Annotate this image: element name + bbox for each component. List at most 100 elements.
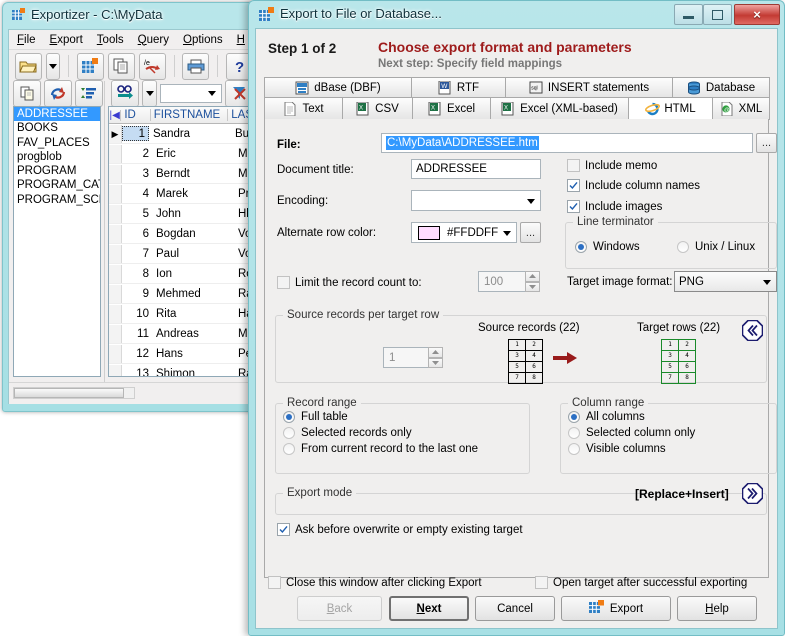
menu-item-options[interactable]: Options (183, 34, 223, 46)
maximize-button[interactable] (703, 4, 732, 25)
table-row[interactable]: 5JohnHla (109, 204, 253, 224)
table-row[interactable]: 2EricMile (109, 144, 253, 164)
source-per-row-stepper[interactable]: 1 (383, 347, 443, 368)
execute-script-icon[interactable]: /e (139, 53, 166, 80)
sort-list-icon[interactable] (75, 80, 103, 107)
data-grid-toolbar[interactable] (105, 81, 253, 105)
minimize-button[interactable] (674, 4, 703, 25)
list-item[interactable]: PROGRAM_SCR_SHOT (14, 193, 100, 207)
table-row[interactable]: 12HansPet (109, 344, 253, 364)
menu-item-tools[interactable]: Tools (97, 34, 124, 46)
alt-row-color-select[interactable]: #FFDDFF (411, 222, 517, 243)
table-row[interactable]: 10RitaHag (109, 304, 253, 324)
table-row[interactable]: 11AndreasMul (109, 324, 253, 344)
column-range-visible-radio[interactable]: Visible columns (568, 443, 666, 455)
include-memo-checkbox[interactable]: Include memo (567, 159, 657, 172)
menu-bar[interactable]: File Export Tools Query Options H (9, 30, 253, 50)
tab-html[interactable]: HTML (628, 97, 713, 120)
table-row[interactable]: 13ShimonRab (109, 364, 253, 377)
find-dropdown-icon[interactable] (142, 80, 157, 107)
stepper-up-icon[interactable] (525, 271, 540, 282)
grid-export-icon[interactable] (77, 53, 104, 80)
tab-insert-statements[interactable]: sql INSERT statements (505, 77, 673, 98)
list-item[interactable]: PROGRAM_CATEGORY (14, 178, 100, 192)
list-item[interactable]: progblob (14, 150, 100, 164)
help-button[interactable]: Help (677, 596, 757, 621)
dialog-titlebar[interactable]: Export to File or Database... × (249, 1, 784, 28)
main-toolbar[interactable]: /e ? (9, 50, 253, 83)
column-range-all-radio[interactable]: All columns (568, 411, 645, 423)
include-column-names-checkbox[interactable]: Include column names (567, 179, 700, 192)
line-terminator-unix-radio[interactable]: Unix / Linux (677, 241, 755, 253)
record-count-stepper[interactable]: 100 (478, 271, 540, 292)
record-range-full-table-radio[interactable]: Full table (283, 411, 348, 423)
back-button[interactable]: Back (297, 596, 382, 621)
record-range-selected-radio[interactable]: Selected records only (283, 427, 412, 439)
stepper-buttons[interactable] (428, 347, 443, 368)
stepper-down-icon[interactable] (525, 282, 540, 293)
stepper-buttons[interactable] (525, 271, 540, 292)
format-tabs-top[interactable]: dBase (DBF) W RTF sql INSERT statements (264, 77, 769, 98)
list-item[interactable]: PROGRAM (14, 164, 100, 178)
close-after-export-checkbox[interactable]: Close this window after clicking Export (268, 576, 482, 589)
table-row[interactable]: 3BerndtMar (109, 164, 253, 184)
tab-xml[interactable]: @ XML (712, 97, 770, 120)
search-combo[interactable] (160, 84, 222, 103)
table-row[interactable]: 7PaulVog (109, 244, 253, 264)
tab-dbase[interactable]: dBase (DBF) (264, 77, 412, 98)
file-input[interactable]: C:\MyData\ADDRESSEE.htm (381, 133, 753, 153)
horizontal-scrollbar[interactable] (13, 387, 135, 399)
list-item[interactable]: BOOKS (14, 121, 100, 135)
dropdown-arrow-icon[interactable] (46, 53, 60, 80)
tab-rtf[interactable]: W RTF (411, 77, 506, 98)
column-range-selected-radio[interactable]: Selected column only (568, 427, 695, 439)
tables-pane-toolbar[interactable] (9, 81, 104, 105)
tab-excel-xml[interactable]: X Excel (XML-based) (490, 97, 629, 120)
doc-title-input[interactable]: ADDRESSEE (411, 159, 541, 179)
table-row[interactable]: 8IonRot (109, 264, 253, 284)
menu-item-file[interactable]: File (17, 34, 36, 46)
double-chevron-right-icon[interactable] (742, 483, 763, 504)
refresh-icon[interactable] (44, 80, 72, 107)
data-grid[interactable]: |◀ ID FIRSTNAME LAS ▶1SandraBus2EricMile… (108, 106, 253, 377)
scrollbar-thumb[interactable] (14, 388, 124, 398)
print-icon[interactable] (182, 53, 209, 80)
column-header-firstname[interactable]: FIRSTNAME (151, 109, 229, 121)
copy-icon[interactable] (108, 53, 135, 80)
record-range-from-current-radio[interactable]: From current record to the last one (283, 443, 478, 455)
open-target-after-checkbox[interactable]: Open target after successful exporting (535, 576, 747, 589)
menu-item-export[interactable]: Export (50, 34, 83, 46)
table-row[interactable]: 6BogdanVov (109, 224, 253, 244)
table-row[interactable]: ▶1SandraBus (109, 124, 253, 144)
tab-excel[interactable]: X Excel (412, 97, 491, 120)
menu-item-query[interactable]: Query (138, 34, 169, 46)
limit-record-count-checkbox[interactable]: Limit the record count to: (277, 276, 422, 289)
next-button[interactable]: Next (389, 596, 469, 621)
table-row[interactable]: 9MehmedRab (109, 284, 253, 304)
line-terminator-windows-radio[interactable]: Windows (575, 241, 640, 253)
double-chevron-left-icon[interactable] (742, 320, 763, 341)
stepper-down-icon[interactable] (428, 358, 443, 369)
list-item[interactable]: ADDRESSEE (14, 107, 100, 121)
tab-csv[interactable]: X CSV (342, 97, 413, 120)
table-row[interactable]: 4MarekPrzy (109, 184, 253, 204)
open-folder-icon[interactable] (15, 53, 42, 80)
ask-before-overwrite-checkbox[interactable]: Ask before overwrite or empty existing t… (277, 523, 523, 536)
menu-item-help[interactable]: H (237, 34, 245, 46)
cancel-button[interactable]: Cancel (475, 596, 555, 621)
column-header-id[interactable]: ID (121, 109, 150, 121)
stepper-up-icon[interactable] (428, 347, 443, 358)
target-image-format-select[interactable]: PNG (674, 271, 777, 292)
encoding-select[interactable] (411, 190, 541, 211)
list-item[interactable]: FAV_PLACES (14, 136, 100, 150)
find-icon[interactable] (111, 80, 139, 107)
tab-text[interactable]: Text (264, 97, 343, 120)
file-browse-button[interactable]: ... (756, 133, 777, 153)
tables-list[interactable]: ADDRESSEE BOOKS FAV_PLACES progblob PROG… (13, 106, 101, 377)
export-button[interactable]: Export (561, 596, 671, 621)
format-tabs-bottom[interactable]: Text X CSV X Excel X Excel (XML-based) (264, 97, 769, 120)
copy-tables-icon[interactable] (13, 80, 41, 107)
main-window-titlebar[interactable]: Exportizer - C:\MyData (3, 3, 259, 29)
tab-database[interactable]: Database (672, 77, 770, 98)
alt-row-color-browse-button[interactable]: ... (520, 222, 541, 243)
